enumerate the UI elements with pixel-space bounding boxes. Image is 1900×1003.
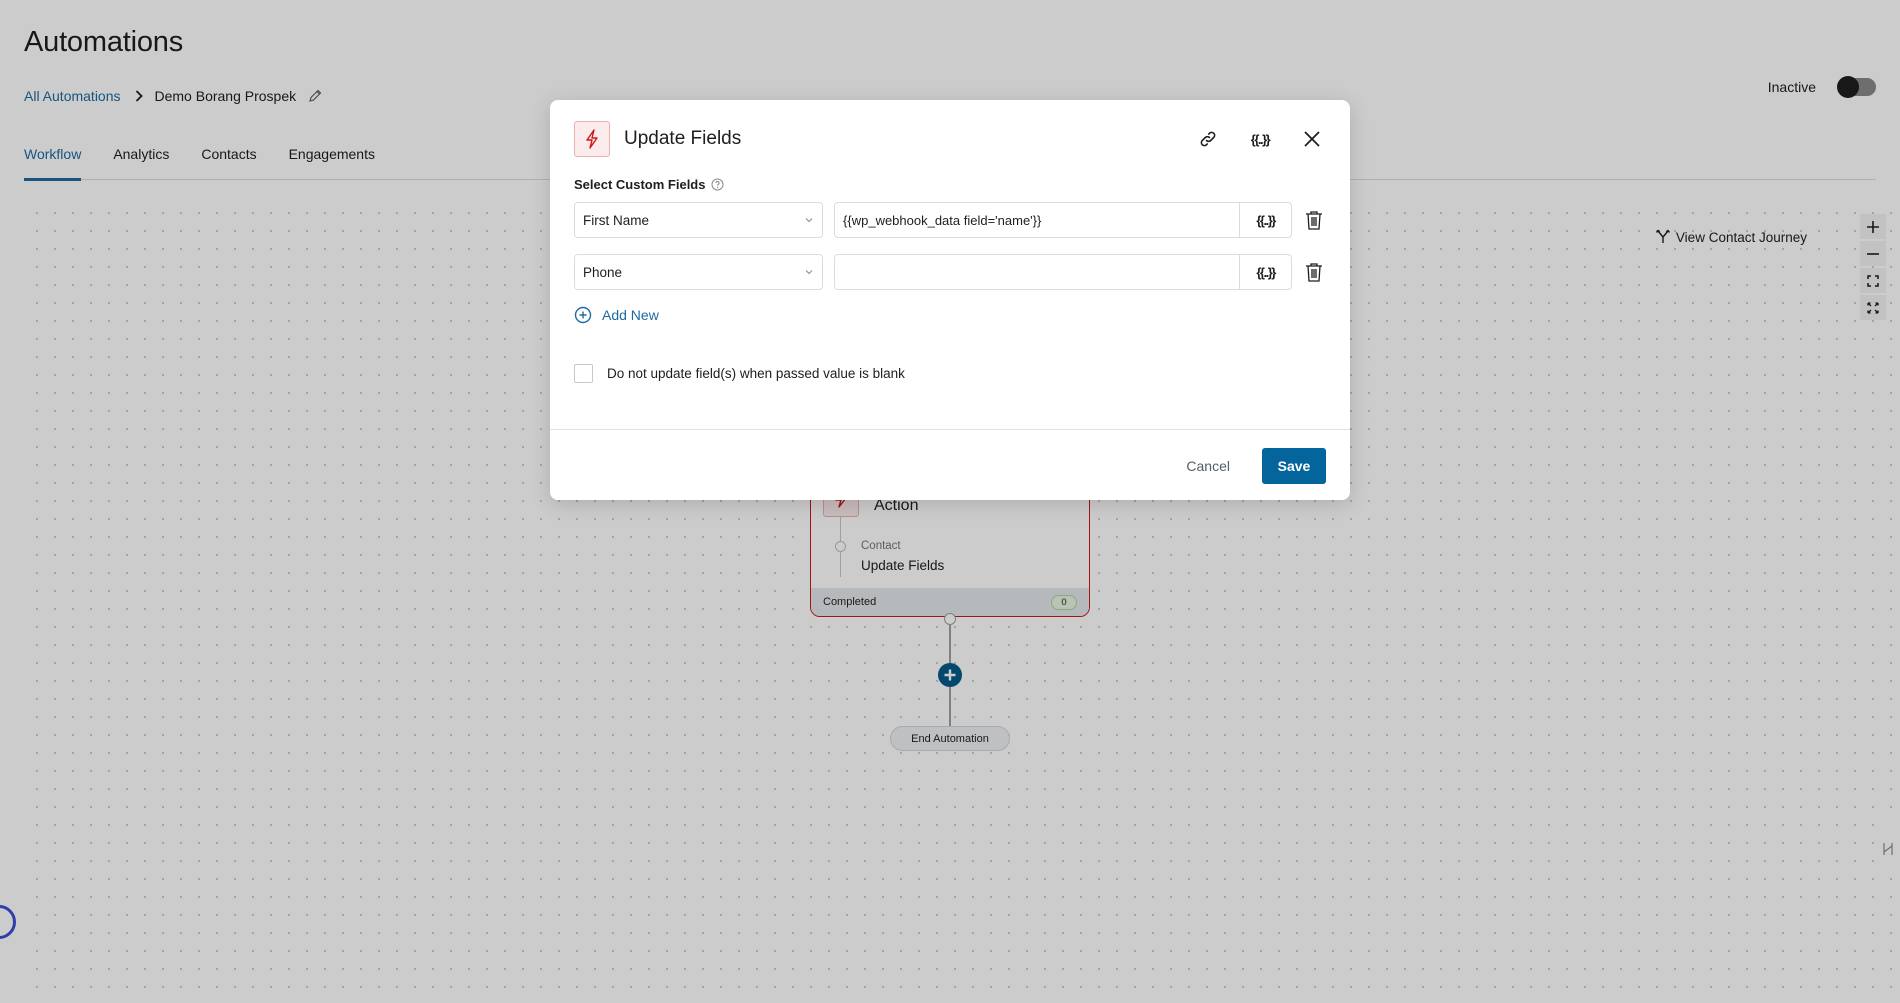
insert-merge-tag-button[interactable]: {{..}} bbox=[1239, 203, 1291, 237]
add-new-label: Add New bbox=[602, 307, 659, 323]
chevron-down-icon bbox=[805, 270, 813, 275]
cancel-button[interactable]: Cancel bbox=[1186, 458, 1230, 474]
modal-header: Update Fields {{..}} bbox=[574, 120, 1326, 158]
lightning-icon bbox=[574, 121, 610, 157]
field-select-value: First Name bbox=[583, 212, 650, 228]
field-select[interactable]: First Name bbox=[574, 202, 824, 238]
modal-header-actions: {{..}} bbox=[1194, 125, 1326, 153]
add-new-field-button[interactable]: Add New bbox=[574, 306, 659, 324]
trash-icon bbox=[1306, 211, 1323, 230]
field-select[interactable]: Phone bbox=[574, 254, 824, 290]
skip-blank-option: Do not update field(s) when passed value… bbox=[574, 364, 905, 383]
chevron-down-icon bbox=[805, 218, 813, 223]
skip-blank-checkbox[interactable] bbox=[574, 364, 593, 383]
close-modal-button[interactable] bbox=[1298, 125, 1326, 153]
plus-circle-icon bbox=[574, 306, 592, 324]
modal-title: Update Fields bbox=[624, 128, 742, 149]
field-row: First Name {{..}} bbox=[574, 202, 1326, 238]
copy-link-button[interactable] bbox=[1194, 125, 1222, 153]
modal-divider bbox=[550, 429, 1350, 430]
field-value-input[interactable] bbox=[835, 203, 1240, 237]
field-value-input[interactable] bbox=[835, 255, 1240, 289]
field-select-value: Phone bbox=[583, 264, 623, 280]
field-row: Phone {{..}} bbox=[574, 254, 1326, 290]
close-icon bbox=[1304, 131, 1320, 147]
section-label: Select Custom Fields bbox=[574, 177, 724, 192]
insert-merge-tag-button[interactable]: {{..}} bbox=[1239, 255, 1291, 289]
skip-blank-label[interactable]: Do not update field(s) when passed value… bbox=[607, 366, 905, 381]
update-fields-modal: Update Fields {{..}} Select Custom Field… bbox=[550, 100, 1350, 500]
custom-fields-label: Select Custom Fields bbox=[574, 177, 706, 192]
delete-field-button[interactable] bbox=[1302, 208, 1326, 232]
help-circle-icon[interactable] bbox=[711, 178, 724, 191]
merge-tags-button[interactable]: {{..}} bbox=[1246, 125, 1274, 153]
trash-icon bbox=[1306, 263, 1323, 282]
field-value-group: {{..}} bbox=[834, 202, 1293, 238]
save-button[interactable]: Save bbox=[1262, 448, 1326, 484]
link-icon bbox=[1200, 131, 1216, 147]
modal-footer: Cancel Save bbox=[1186, 448, 1326, 484]
delete-field-button[interactable] bbox=[1302, 260, 1326, 284]
field-value-group: {{..}} bbox=[834, 254, 1293, 290]
